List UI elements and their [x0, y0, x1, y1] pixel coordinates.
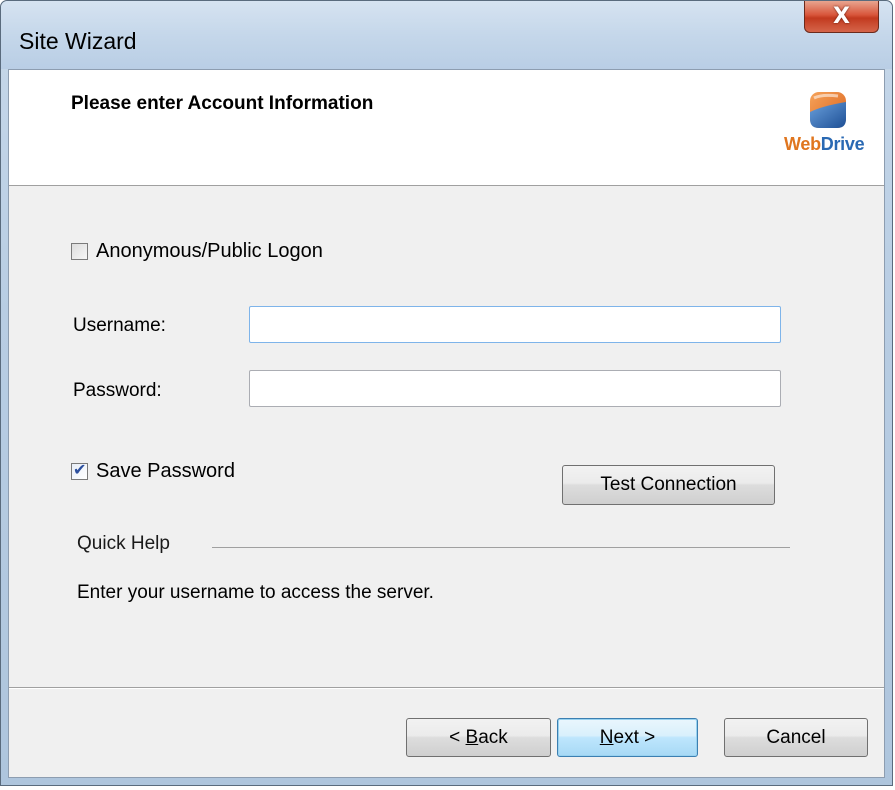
close-button[interactable]: X: [804, 1, 879, 33]
save-password-row[interactable]: ✔ Save Password: [71, 460, 235, 483]
anonymous-logon-checkbox[interactable]: [71, 243, 88, 260]
quick-help-text: Enter your username to access the server…: [77, 582, 434, 603]
site-wizard-window: Site Wizard X Please enter Account Infor…: [0, 0, 893, 786]
anonymous-logon-row[interactable]: Anonymous/Public Logon: [71, 240, 323, 263]
back-button[interactable]: < Back: [406, 718, 551, 757]
password-input[interactable]: [250, 371, 780, 406]
window-title: Site Wizard: [19, 28, 137, 54]
test-connection-button[interactable]: Test Connection: [562, 465, 775, 505]
webdrive-logo-icon: [810, 92, 846, 128]
page-title: Please enter Account Information: [71, 93, 374, 114]
quick-help-heading: Quick Help: [77, 533, 170, 554]
title-bar[interactable]: Site Wizard X: [1, 1, 892, 69]
password-field[interactable]: [249, 370, 781, 407]
save-password-label: Save Password: [96, 460, 235, 482]
wizard-header: Please enter Account Information WebDriv…: [9, 70, 884, 186]
username-input[interactable]: [250, 307, 780, 342]
cancel-button[interactable]: Cancel: [724, 718, 868, 757]
close-icon: X: [833, 4, 850, 29]
save-password-checkbox[interactable]: ✔: [71, 462, 88, 480]
password-label: Password:: [73, 380, 162, 401]
next-button[interactable]: Next >: [557, 718, 698, 757]
username-label: Username:: [73, 315, 166, 336]
logo-wordmark: WebDrive: [784, 134, 865, 154]
username-field[interactable]: [249, 306, 781, 343]
quick-help-divider: [212, 547, 790, 548]
webdrive-logo: WebDrive: [774, 86, 884, 166]
wizard-client-area: Please enter Account Information WebDriv…: [8, 69, 885, 778]
anonymous-logon-label: Anonymous/Public Logon: [96, 240, 323, 262]
checkmark-icon: ✔: [73, 462, 87, 479]
